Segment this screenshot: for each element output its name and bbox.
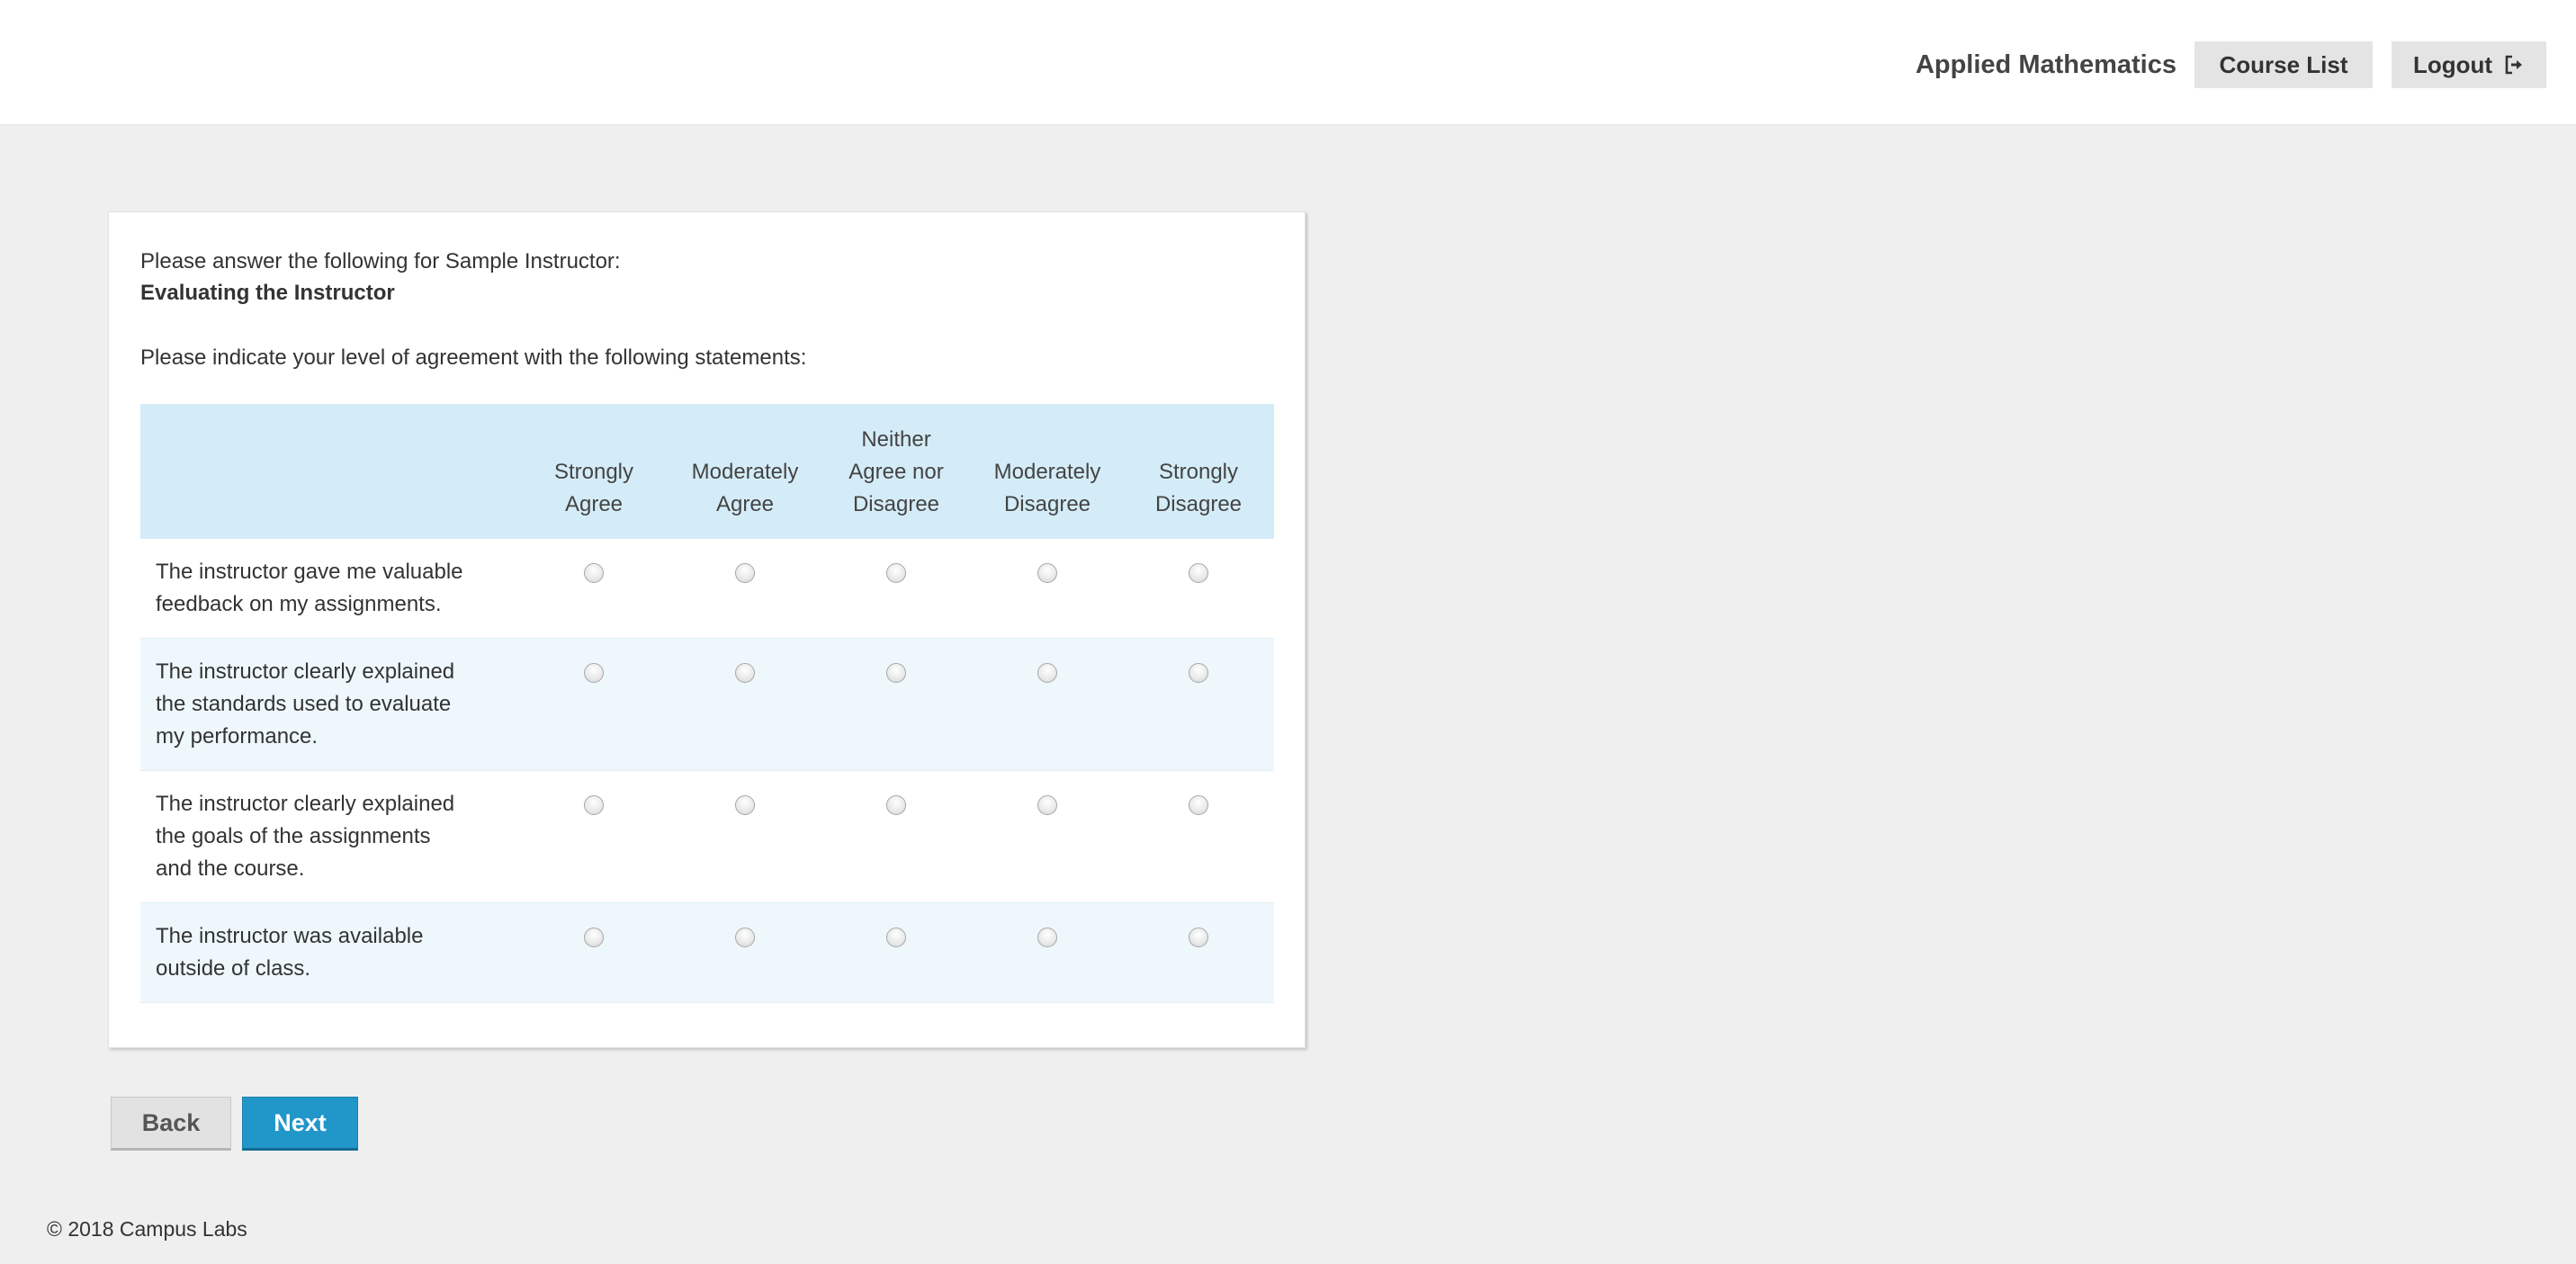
radio-q1-moderately-agree[interactable] [735,563,755,583]
copyright-footer: © 2018 Campus Labs [47,1217,247,1241]
radio-q3-moderately-disagree[interactable] [1037,795,1057,815]
course-list-label: Course List [2219,50,2348,78]
column-strongly-agree: Strongly Agree [553,460,634,516]
question-text: The instructor gave me valuable feedback … [156,560,463,616]
question-text: The instructor clearly explained the goal… [156,792,455,881]
radio-q1-moderately-disagree[interactable] [1037,563,1057,583]
radio-q1-neither[interactable] [886,563,906,583]
question-text: The instructor was available outside of c… [156,924,424,981]
question-text: The instructor clearly explained the stan… [156,659,455,749]
radio-q2-neither[interactable] [886,663,906,683]
column-moderately-agree: Moderately Agree [691,460,799,516]
radio-q4-strongly-agree[interactable] [584,928,604,947]
survey-intro: Please answer the following for Sample I… [140,249,621,273]
column-moderately-disagree: Moderately Disagree [993,460,1101,516]
radio-q1-strongly-agree[interactable] [584,563,604,583]
radio-q2-moderately-disagree[interactable] [1037,663,1057,683]
next-button[interactable]: Next [242,1097,358,1151]
column-strongly-disagree: Strongly Disagree [1154,460,1243,516]
radio-q2-strongly-agree[interactable] [584,663,604,683]
radio-q3-neither[interactable] [886,795,906,815]
agreement-matrix: Strongly Agree Moderately Agree Neither Agr… [140,404,1274,1003]
top-bar: Applied Mathematics Course List Logout [0,0,2576,125]
radio-q1-strongly-disagree[interactable] [1189,563,1208,583]
course-list-button[interactable]: Course List [2195,41,2373,88]
question-row: The instructor gave me valuable feedback … [140,539,1274,639]
radio-q3-moderately-agree[interactable] [735,795,755,815]
survey-card: Please answer the following for Sample I… [108,211,1306,1048]
radio-q4-strongly-disagree[interactable] [1189,928,1208,947]
radio-q3-strongly-disagree[interactable] [1189,795,1208,815]
logout-button[interactable]: Logout [2392,41,2546,88]
section-title: Evaluating the Instructor [140,281,395,305]
back-button[interactable]: Back [111,1097,231,1151]
statement-column-header [140,404,518,539]
radio-q4-moderately-disagree[interactable] [1037,928,1057,947]
radio-q3-strongly-agree[interactable] [584,795,604,815]
radio-q4-moderately-agree[interactable] [735,928,755,947]
question-row: The instructor clearly explained the goal… [140,771,1274,903]
question-row: The instructor was available outside of c… [140,902,1274,1003]
radio-q2-strongly-disagree[interactable] [1189,663,1208,683]
logout-label: Logout [2412,50,2493,78]
survey-instructions: Please indicate your level of agreement … [140,345,807,370]
column-neither: Neither Agree nor Disagree [848,427,944,516]
radio-q2-moderately-agree[interactable] [735,663,755,683]
matrix-header-row: Strongly Agree Moderately Agree Neither Agr… [140,404,1274,539]
logout-icon [2505,55,2523,75]
question-row: The instructor clearly explained the stan… [140,638,1274,771]
radio-q4-neither[interactable] [886,928,906,947]
course-title: Applied Mathematics [1915,50,2177,79]
